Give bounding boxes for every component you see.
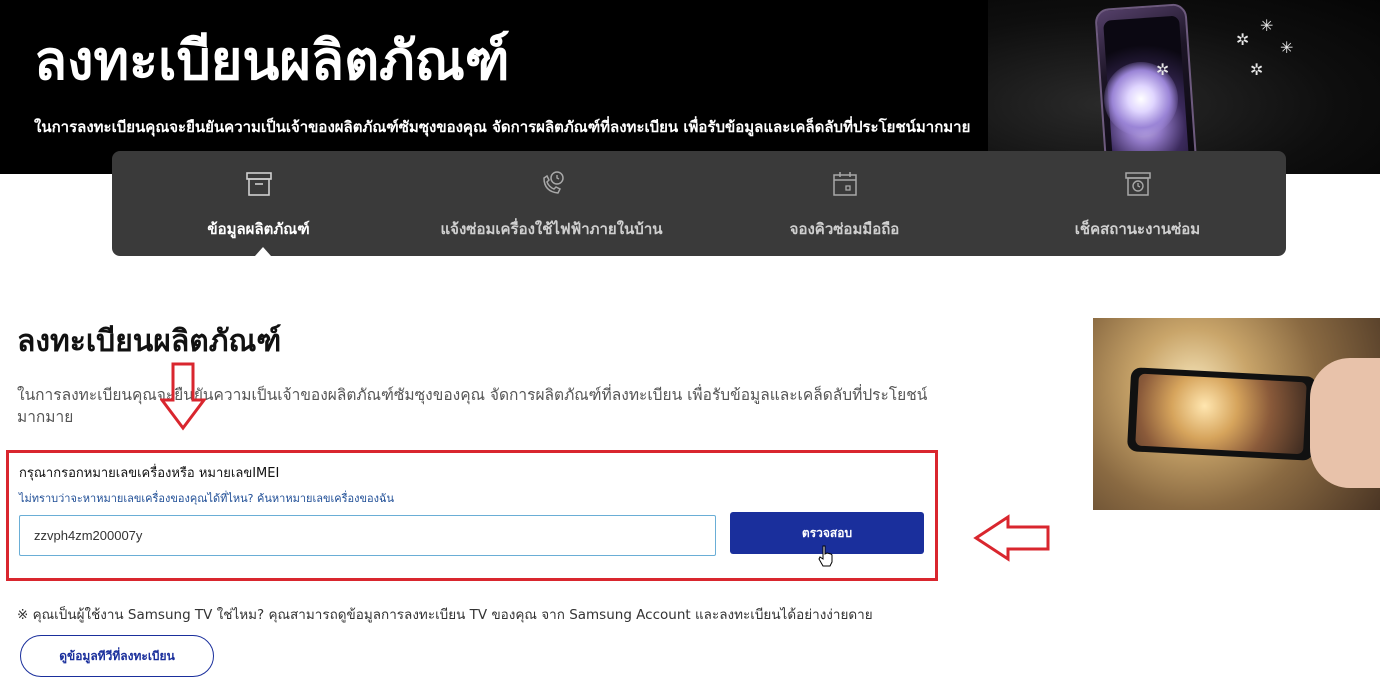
hand-cursor-icon	[818, 545, 833, 567]
serial-imei-label: กรุณากรอกหมายเลขเครื่องหรือ หมายเลขIMEI	[19, 466, 280, 481]
seed-icon: ✳	[1260, 16, 1274, 35]
status-clock-icon	[1124, 172, 1151, 196]
hero-banner: ลงทะเบียนผลิตภัณฑ์ ในการลงทะเบียนคุณจะยื…	[0, 0, 1380, 174]
nav-tab-label: จองคิวซ่อมมือถือ	[789, 220, 900, 238]
nav-tab-product-info[interactable]: ข้อมูลผลิตภัณฑ์	[112, 151, 405, 256]
hero-phone-image: ✲ ✳ ✲ ✳ ✲	[988, 0, 1380, 174]
phone-clock-icon	[542, 171, 564, 194]
find-serial-link[interactable]: ไม่ทราบว่าจะหาหมายเลขเครื่องของคุณได้ที่…	[19, 489, 394, 507]
registration-form-highlight: กรุณากรอกหมายเลขเครื่องหรือ หมายเลขIMEI …	[6, 450, 938, 581]
photo-hand	[1310, 358, 1380, 488]
nav-tab-mobile-repair-booking[interactable]: จองคิวซ่อมมือถือ	[698, 151, 991, 256]
nav-tab-home-appliance-repair[interactable]: แจ้งซ่อมเครื่องใช้ไฟฟ้าภายในบ้าน	[405, 151, 698, 256]
seed-icon: ✲	[1156, 60, 1170, 79]
view-registered-tv-button[interactable]: ดูข้อมูลทีวีที่ลงทะเบียน	[20, 635, 214, 677]
samsung-tv-note: ※ คุณเป็นผู้ใช้งาน Samsung TV ใช่ไหม? คุ…	[17, 607, 873, 623]
hero-subtitle: ในการลงทะเบียนคุณจะยืนยันความเป็นเจ้าของ…	[34, 118, 971, 136]
red-arrow-left-icon	[973, 514, 1050, 562]
service-nav: ข้อมูลผลิตภัณฑ์ แจ้งซ่อมเครื่องใช้ไฟฟ้าภ…	[112, 151, 1286, 256]
page-description: ในการลงทะเบียนคุณจะยืนยันความเป็นเจ้าของ…	[17, 386, 928, 426]
seed-icon: ✲	[1236, 30, 1250, 49]
active-tab-caret	[255, 247, 271, 256]
red-arrow-down-icon	[160, 362, 206, 431]
calendar-icon	[832, 172, 857, 196]
photo-phone	[1126, 367, 1318, 461]
seed-icon: ✳	[1280, 38, 1294, 57]
nav-tab-label: เช็คสถานะงานซ่อม	[1074, 220, 1201, 238]
box-icon	[245, 172, 272, 196]
seed-icon: ✲	[1250, 60, 1264, 79]
serial-imei-input[interactable]	[19, 515, 716, 556]
hero-title: ลงทะเบียนผลิตภัณฑ์	[34, 29, 510, 92]
phone-camera-photo	[1093, 318, 1380, 510]
page-title: ลงทะเบียนผลิตภัณฑ์	[17, 324, 282, 359]
nav-tab-repair-status[interactable]: เช็คสถานะงานซ่อม	[991, 151, 1284, 256]
nav-tab-label: แจ้งซ่อมเครื่องใช้ไฟฟ้าภายในบ้าน	[440, 220, 663, 238]
nav-tab-label: ข้อมูลผลิตภัณฑ์	[207, 220, 310, 238]
